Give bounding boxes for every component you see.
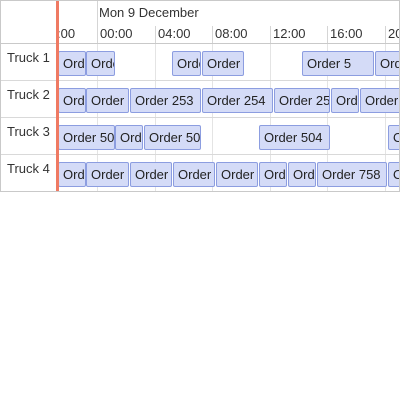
hour-label-1200: 12:00 [273,26,306,41]
current-time-indicator [56,1,59,191]
order-event[interactable]: Order [331,88,359,113]
gridline [385,118,386,154]
resource-track: Order Order Order 253 Order 254 Order 25… [57,81,399,117]
order-event[interactable]: Order 50 [144,125,201,150]
order-event[interactable]: Order 254 [202,88,273,113]
order-event[interactable]: Order [115,125,143,150]
hour-tick [97,26,98,43]
order-event[interactable]: Order [58,162,86,187]
resource-track: Order Order Order Order Order Order Orde… [57,155,399,191]
order-event[interactable]: Order 504 [259,125,330,150]
order-event[interactable]: Order 5 [302,51,374,76]
order-event[interactable]: Order 25 [274,88,330,113]
order-event[interactable]: Order [173,162,215,187]
header-corner [1,1,57,44]
hour-label-2000: 20:00 [388,26,399,41]
resource-label: Truck 4 [1,155,57,191]
order-event[interactable]: Order [388,125,399,150]
hour-label-0000: 00:00 [100,26,133,41]
hour-tick [327,26,328,43]
order-event[interactable]: Order [388,162,399,187]
order-event[interactable]: Order 758 [317,162,387,187]
order-event[interactable]: Order [259,162,287,187]
order-event[interactable]: Order [216,162,258,187]
hour-tick [385,26,386,43]
order-event[interactable]: Order [86,162,129,187]
hour-tick [270,26,271,43]
order-event[interactable]: Order [375,51,399,76]
resource-row-truck-3: Truck 3 Order 50 Order Order 50 Order 50… [1,118,399,155]
hour-tick [212,26,213,43]
order-event[interactable]: Order [130,162,172,187]
hour-label-0800: 08:00 [215,26,248,41]
resource-row-truck-4: Truck 4 Order Order Order Order Order Or… [1,155,399,191]
order-event[interactable]: Order [202,51,244,76]
timeline-header: Mon 9 December :00 00:00 04:00 08:00 12:… [57,1,399,44]
order-event[interactable]: Order [86,51,115,76]
hour-label-0400: 04:00 [158,26,191,41]
order-event[interactable]: Order 253 [130,88,201,113]
gridline [212,118,213,154]
resource-row-truck-2: Truck 2 Order Order Order 253 Order 254 … [1,81,399,118]
order-event[interactable]: Order [360,88,399,113]
scheduler-grid: Mon 9 December :00 00:00 04:00 08:00 12:… [0,0,400,192]
hour-tick [155,26,156,43]
order-event[interactable]: Order [172,51,201,76]
gridline [155,44,156,80]
resource-label: Truck 1 [1,44,57,80]
resource-track: Order Order Order Order Order 5 Order [57,44,399,80]
hour-label-1600: 16:00 [330,26,363,41]
order-event[interactable]: Order [86,88,129,113]
order-event[interactable]: Order [58,51,86,76]
day-label: Mon 9 December [99,5,199,20]
resource-label: Truck 2 [1,81,57,117]
hour-label-prev: :00 [57,26,76,41]
resource-track: Order 50 Order Order 50 Order 504 Order [57,118,399,154]
gridline [270,44,271,80]
resource-label: Truck 3 [1,118,57,154]
order-event[interactable]: Order [288,162,316,187]
order-event[interactable]: Order 50 [58,125,115,150]
resource-row-truck-1: Truck 1 Order Order Order Order Order 5 … [1,44,399,81]
order-event[interactable]: Order [58,88,86,113]
